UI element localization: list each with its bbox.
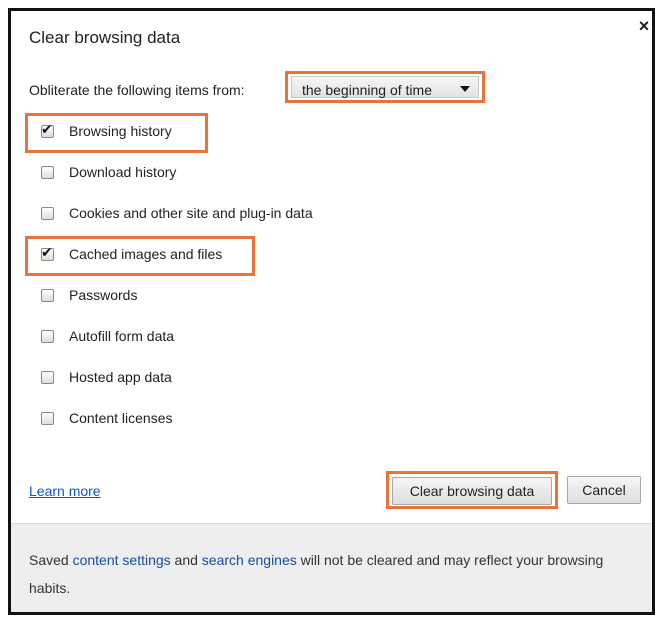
search-engines-link[interactable]: search engines (202, 552, 297, 568)
check-icon: ✔ (41, 244, 53, 260)
time-range-select-box[interactable]: the beginning of time (291, 76, 479, 98)
option-label: Autofill form data (69, 328, 175, 344)
checkbox[interactable] (41, 289, 54, 302)
option-label: Cookies and other site and plug-in data (69, 205, 313, 221)
footer: Saved content settings and search engine… (11, 523, 652, 612)
close-icon[interactable]: × (636, 17, 652, 35)
footer-text: Saved content settings and search engine… (29, 546, 629, 602)
time-range-value: the beginning of time (302, 82, 432, 98)
checkbox[interactable] (41, 330, 54, 343)
dropdown-arrow-icon (460, 86, 470, 92)
clear-browsing-data-button[interactable]: Clear browsing data (392, 477, 552, 505)
cancel-button[interactable]: Cancel (567, 476, 641, 504)
option-label: Download history (69, 164, 177, 180)
footer-text-part: and (170, 552, 202, 568)
checkbox[interactable] (41, 412, 54, 425)
option-label: Browsing history (69, 123, 172, 139)
option-label: Content licenses (69, 410, 173, 426)
checkbox[interactable] (41, 166, 54, 179)
option-label: Cached images and files (69, 246, 223, 262)
clear-button-highlight: Clear browsing data (386, 471, 558, 509)
dialog-title: Clear browsing data (29, 28, 181, 47)
learn-more-link[interactable]: Learn more (29, 483, 101, 499)
checkbox[interactable]: ✔ (41, 121, 54, 138)
check-icon: ✔ (41, 121, 53, 137)
checkbox[interactable] (41, 207, 54, 220)
time-range-label: Obliterate the following items from: (29, 82, 245, 98)
clear-browsing-data-dialog: × Clear browsing data Obliterate the fol… (8, 8, 655, 615)
content-settings-link[interactable]: content settings (73, 552, 171, 568)
option-label: Passwords (69, 287, 138, 303)
option-label: Hosted app data (69, 369, 172, 385)
time-range-select[interactable]: the beginning of time (285, 71, 485, 103)
footer-text-part: Saved (29, 552, 73, 568)
checkbox[interactable] (41, 371, 54, 384)
checkbox[interactable]: ✔ (41, 244, 54, 261)
